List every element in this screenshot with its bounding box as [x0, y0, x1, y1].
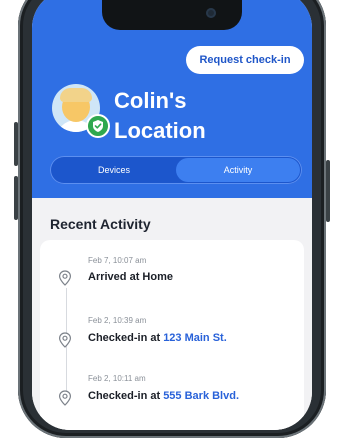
activity-text: Checked-in at 555 Bark Blvd. [88, 390, 239, 402]
camera-icon [206, 8, 216, 18]
title-line-1: Colin's [114, 88, 187, 113]
activity-text: Arrived at Home [88, 271, 173, 283]
notch [102, 0, 242, 30]
tab-devices[interactable]: Devices [52, 158, 176, 182]
activity-time: Feb 2, 10:39 am [88, 316, 147, 325]
list-item[interactable]: Feb 7, 10:07 am Arrived at Home [40, 240, 304, 300]
activity-address-link[interactable]: 123 Main St. [163, 332, 227, 344]
volume-down-button [14, 176, 18, 220]
section-title: Recent Activity [50, 216, 151, 232]
shield-glyph [93, 120, 103, 132]
activity-address-link[interactable]: 555 Bark Blvd. [163, 390, 239, 402]
activity-description: Arrived at Home [88, 271, 173, 283]
list-item[interactable]: Feb 2, 10:11 am Checked-in at 555 Bark B… [40, 362, 304, 422]
activity-time: Feb 2, 10:11 am [88, 374, 146, 383]
activity-panel: Recent Activity Feb 7, 10:07 am Arrived … [32, 198, 312, 430]
page-title: Colin's Location [114, 86, 294, 146]
activity-text: Checked-in at 123 Main St. [88, 332, 227, 344]
activity-card: Feb 7, 10:07 am Arrived at Home Feb 2, 1… [40, 240, 304, 430]
phone-screen: Request check-in Colin's Location Device… [32, 0, 312, 430]
segmented-tabs: Devices Activity [50, 156, 302, 184]
location-pin-icon [58, 390, 72, 406]
activity-time: Feb 7, 10:07 am [88, 256, 147, 265]
request-check-in-button[interactable]: Request check-in [186, 46, 304, 74]
location-header: Request check-in Colin's Location Device… [32, 0, 312, 198]
list-item[interactable]: Feb 2, 10:39 am Checked-in at 123 Main S… [40, 302, 304, 362]
avatar-hair [60, 88, 92, 102]
activity-description: Checked-in at [88, 390, 164, 402]
activity-description: Checked-in at [88, 332, 164, 344]
title-line-2: Location [114, 118, 206, 143]
power-button [326, 160, 330, 222]
location-pin-icon [58, 332, 72, 348]
location-pin-icon [58, 270, 72, 286]
volume-up-button [14, 122, 18, 166]
check-shield-icon [86, 114, 110, 138]
tab-activity[interactable]: Activity [176, 158, 300, 182]
